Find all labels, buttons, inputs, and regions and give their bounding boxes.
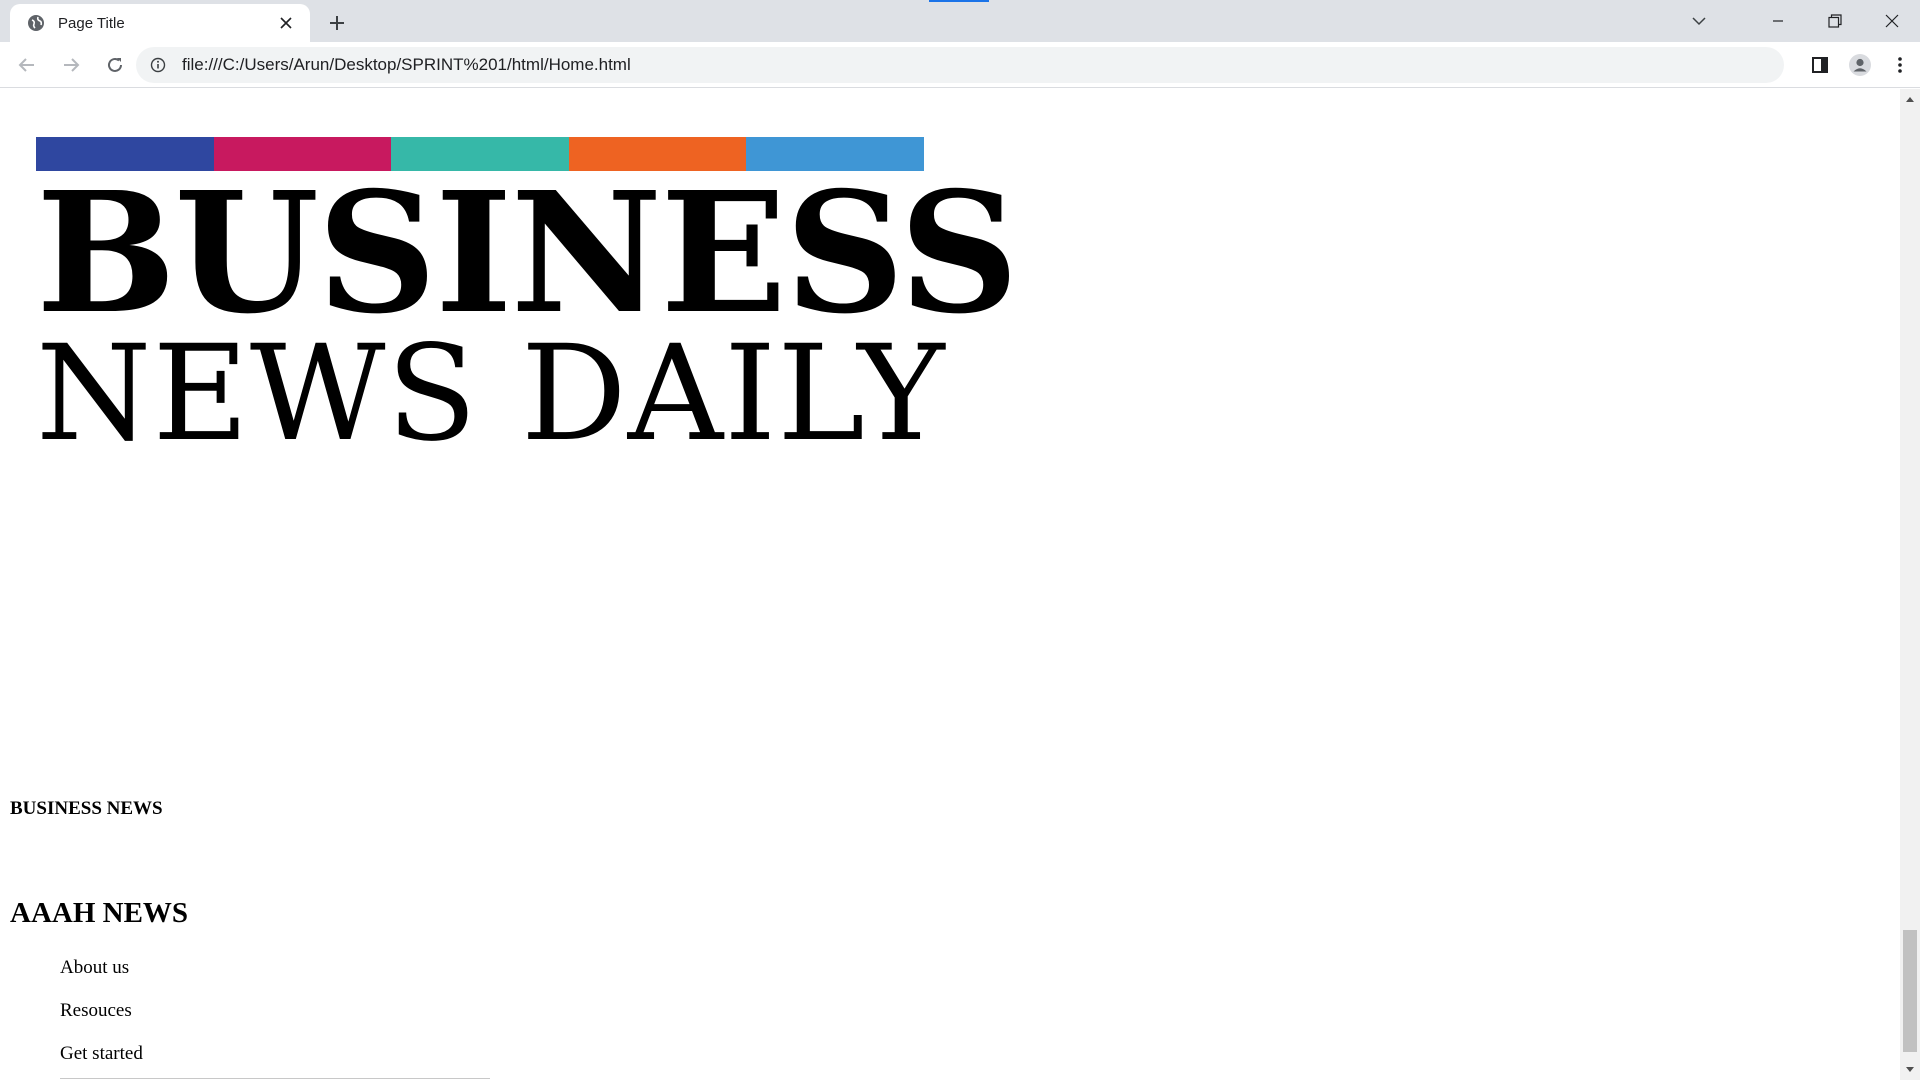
page-viewport: BUSINESS NEWS DAILY BUSINESS NEWS AAAH N…: [0, 89, 1900, 1080]
profile-button[interactable]: [1840, 45, 1880, 85]
tab-strip-indicator: [929, 0, 989, 2]
tab-title: Page Title: [58, 14, 125, 32]
address-bar[interactable]: file:///C:/Users/Arun/Desktop/SPRINT%201…: [136, 47, 1784, 83]
side-panel-button[interactable]: [1800, 45, 1840, 85]
chevron-down-icon: [1692, 17, 1706, 26]
footer-link-about-us[interactable]: About us: [60, 957, 143, 1000]
vertical-scrollbar[interactable]: [1900, 89, 1920, 1080]
footer-link-resources[interactable]: Resouces: [60, 1000, 143, 1043]
minimize-button[interactable]: [1749, 0, 1806, 42]
reload-icon: [108, 57, 122, 72]
url-text[interactable]: file:///C:/Users/Arun/Desktop/SPRINT%201…: [182, 55, 631, 75]
side-panel-icon: [1812, 57, 1828, 73]
more-menu-icon: [1898, 57, 1902, 73]
browser-tab[interactable]: Page Title: [10, 4, 310, 42]
info-icon[interactable]: [148, 55, 168, 75]
reload-button[interactable]: [97, 47, 133, 83]
forward-button[interactable]: [53, 47, 89, 83]
minimize-icon: [1772, 20, 1783, 22]
tab-search-button[interactable]: [1679, 3, 1719, 39]
scroll-up-icon[interactable]: [1900, 89, 1920, 109]
divider: [60, 1078, 490, 1079]
plus-icon: [330, 16, 344, 30]
scroll-down-icon[interactable]: [1900, 1060, 1920, 1080]
close-window-button[interactable]: [1863, 0, 1920, 42]
browser-toolbar: file:///C:/Users/Arun/Desktop/SPRINT%201…: [0, 42, 1920, 88]
more-menu-button[interactable]: [1880, 45, 1920, 85]
footer-links: About us Resouces Get started: [60, 957, 143, 1080]
section-heading: BUSINESS NEWS: [10, 798, 163, 819]
globe-icon: [26, 13, 46, 33]
tab-strip: Page Title: [0, 0, 1920, 42]
logo-text-news-daily: NEWS DAILY: [36, 317, 946, 471]
close-tab-icon[interactable]: [274, 11, 298, 35]
logo-text-business: BUSINESS: [36, 156, 1019, 351]
new-tab-button[interactable]: [322, 8, 352, 38]
footer-heading: AAAH NEWS: [10, 897, 189, 929]
restore-button[interactable]: [1806, 0, 1863, 42]
business-news-daily-logo: BUSINESS NEWS DAILY: [36, 137, 1019, 477]
restore-icon: [1827, 14, 1842, 28]
scrollbar-thumb[interactable]: [1903, 930, 1917, 1052]
forward-arrow-icon: [64, 57, 80, 72]
back-arrow-icon: [18, 57, 34, 72]
close-icon: [1885, 14, 1898, 28]
footer-link-get-started[interactable]: Get started: [60, 1043, 143, 1080]
profile-icon: [1849, 54, 1871, 76]
back-button[interactable]: [9, 47, 45, 83]
